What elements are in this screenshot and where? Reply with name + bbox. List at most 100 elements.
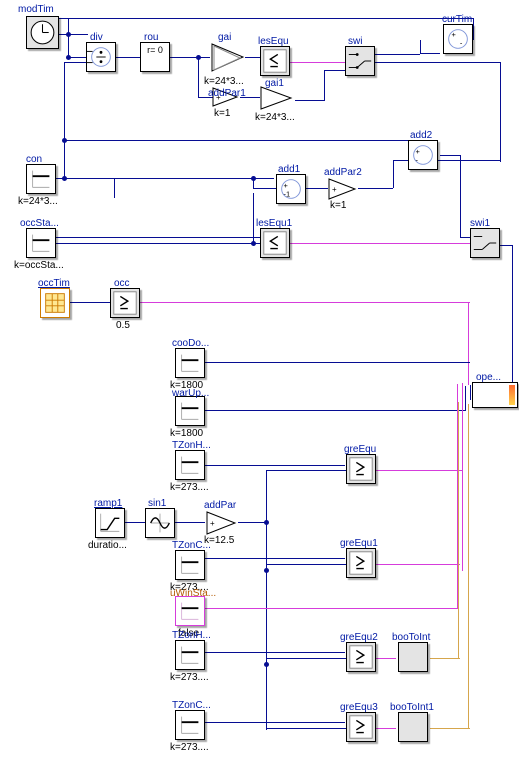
tzonc2-block[interactable] — [175, 710, 205, 740]
modtim-block[interactable] — [26, 16, 59, 49]
tzonh2-block[interactable] — [175, 640, 205, 670]
ge-icon — [347, 455, 375, 483]
lesequ-block[interactable] — [260, 46, 290, 76]
addpar-triangle-icon: + — [206, 510, 238, 536]
adder-icon: + - — [444, 25, 472, 53]
div-label: div — [90, 32, 103, 43]
gai-label: gai — [218, 32, 231, 43]
swi-block[interactable] — [345, 46, 375, 76]
div-block[interactable] — [86, 42, 116, 72]
bootoint1-label: booToInt1 — [390, 702, 434, 713]
ramp1-label: ramp1 — [94, 498, 122, 509]
addpar1-k: k=1 — [214, 108, 230, 119]
curtim-label: curTim — [442, 14, 472, 25]
addpar2-k: k=1 — [330, 200, 346, 211]
greequ-label: greEqu — [344, 444, 376, 455]
curtim-block[interactable]: + - — [443, 24, 473, 54]
bootoint-label: booToInt — [392, 632, 430, 643]
coodo-label: cooDo... — [172, 338, 209, 349]
ge-icon — [347, 549, 375, 577]
uwinsta-label: uWinSta... — [170, 588, 216, 599]
greequ2-label: greEqu2 — [340, 632, 378, 643]
gai1-label: gai1 — [265, 78, 284, 89]
addpar2-label: addPar2 — [324, 167, 362, 178]
rou-text: r= 0 — [141, 43, 169, 55]
occsta-block[interactable] — [26, 228, 56, 258]
lesequ1-label: lesEqu1 — [256, 218, 292, 229]
gai1-k: k=24*3... — [255, 112, 295, 123]
addpar-triangle-icon: + — [328, 177, 358, 201]
sine-icon — [146, 509, 174, 537]
svg-text:-1: -1 — [284, 189, 291, 198]
const-block-icon — [176, 397, 204, 425]
svg-text:+: + — [451, 30, 455, 39]
const-block-icon — [176, 451, 204, 479]
sin1-label: sin1 — [148, 498, 166, 509]
tzonh-block[interactable] — [175, 450, 205, 480]
warup-k: k=1800 — [170, 428, 203, 439]
ge-icon — [347, 643, 375, 671]
con-label: con — [26, 154, 42, 165]
const-block-icon — [176, 711, 204, 739]
addpar2-block[interactable]: + — [328, 177, 358, 201]
occsta-label: occSta... — [20, 218, 59, 229]
ramp-icon — [96, 509, 124, 537]
switch-icon — [471, 229, 499, 257]
add2-block[interactable]: + - — [408, 140, 438, 170]
bootoint-block[interactable] — [398, 642, 428, 672]
gai-block[interactable] — [210, 40, 245, 75]
const-block-icon — [27, 165, 55, 193]
ramp1-block[interactable] — [95, 508, 125, 538]
tzonc2-k: k=273.... — [170, 742, 209, 753]
occtim-block[interactable] — [40, 288, 70, 318]
con-k: k=24*3... — [18, 196, 58, 207]
occ-val: 0.5 — [116, 320, 130, 331]
gain-triangle-icon — [210, 40, 245, 75]
svg-text:+: + — [332, 185, 337, 194]
rou-label: rou — [144, 32, 158, 43]
lesequ-label: lesEqu — [258, 36, 289, 47]
rou-block[interactable]: r= 0 — [140, 42, 170, 72]
add1-block[interactable]: + -1 — [276, 174, 306, 204]
table-icon — [41, 289, 69, 317]
const-block-icon — [176, 551, 204, 579]
const-block-icon — [176, 641, 204, 669]
switch-icon — [346, 47, 374, 75]
greequ3-label: greEqu3 — [340, 702, 378, 713]
occ-block[interactable] — [110, 288, 140, 318]
tzonc-label: TZonC... — [172, 540, 211, 551]
const-block-icon — [176, 349, 204, 377]
addpar-block[interactable]: + — [206, 510, 238, 536]
greequ-block[interactable] — [346, 454, 376, 484]
greequ1-block[interactable] — [346, 548, 376, 578]
tzonc-block[interactable] — [175, 550, 205, 580]
warup-block[interactable] — [175, 396, 205, 426]
greequ2-block[interactable] — [346, 642, 376, 672]
con-block[interactable] — [26, 164, 56, 194]
swi1-block[interactable] — [470, 228, 500, 258]
tzonh-k: k=273.... — [170, 482, 209, 493]
swi1-label: swi1 — [470, 218, 490, 229]
addpar1-label-alt: addPar1 — [208, 88, 246, 99]
tzonh-label: TZonH... — [172, 440, 211, 451]
ope-label: ope... — [476, 372, 501, 383]
coodo-block[interactable] — [175, 348, 205, 378]
add2-label: add2 — [410, 130, 432, 141]
ope-block[interactable] — [472, 382, 518, 408]
sin1-block[interactable] — [145, 508, 175, 538]
greequ1-label: greEqu1 — [340, 538, 378, 549]
bootoint1-block[interactable] — [398, 712, 428, 742]
uwinsta-block[interactable] — [175, 596, 205, 626]
occsta-k: k=occSta... — [14, 260, 64, 271]
tzonh2-k: k=273.... — [170, 672, 209, 683]
greequ3-block[interactable] — [346, 712, 376, 742]
ge-icon — [111, 289, 139, 317]
le-icon — [261, 229, 289, 257]
clock-icon — [27, 17, 58, 48]
lesequ1-block[interactable] — [260, 228, 290, 258]
bool-const-icon — [176, 597, 204, 625]
ge-icon — [347, 713, 375, 741]
tzonh2-label: TZonH... — [172, 630, 211, 641]
tzonc2-label: TZonC... — [172, 700, 211, 711]
swi-label: swi — [348, 36, 362, 47]
